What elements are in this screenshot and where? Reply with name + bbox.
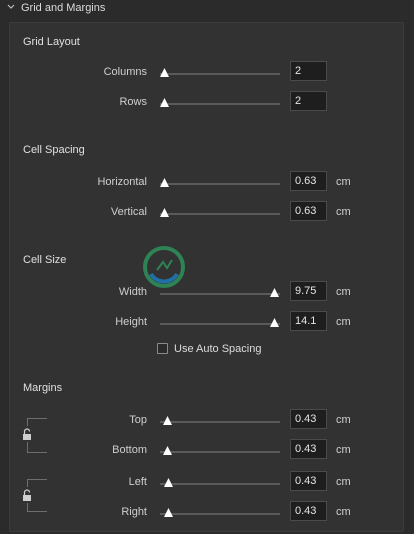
bottom-slider-thumb[interactable] bbox=[163, 446, 172, 455]
margins-heading: Margins bbox=[23, 382, 63, 394]
cell-spacing-heading: Cell Spacing bbox=[23, 144, 85, 156]
right-unit: cm bbox=[336, 506, 351, 518]
top-slider-thumb[interactable] bbox=[163, 416, 172, 425]
top-field[interactable]: 0.43 bbox=[290, 409, 327, 429]
vertical-unit: cm bbox=[336, 206, 351, 218]
left-field[interactable]: 0.43 bbox=[290, 471, 327, 491]
height-unit: cm bbox=[336, 316, 351, 328]
horizontal-field[interactable]: 0.63 bbox=[290, 171, 327, 191]
top-bottom-link-bracket-top bbox=[27, 418, 47, 419]
unlocked-padlock-icon[interactable] bbox=[22, 428, 32, 440]
top-unit: cm bbox=[336, 414, 351, 426]
top-slider-track[interactable] bbox=[160, 421, 280, 423]
columns-field[interactable]: 2 bbox=[290, 61, 327, 81]
left-label: Left bbox=[128, 476, 147, 488]
auto-spacing-label[interactable]: Use Auto Spacing bbox=[174, 343, 261, 355]
vertical-slider-track[interactable] bbox=[160, 213, 280, 215]
horizontal-slider-track[interactable] bbox=[160, 183, 280, 185]
unlocked-padlock-icon[interactable] bbox=[22, 489, 32, 501]
right-field[interactable]: 0.43 bbox=[290, 501, 327, 521]
width-field[interactable]: 9.75 bbox=[290, 281, 327, 301]
top-bottom-link-bracket-lower bbox=[27, 442, 28, 452]
width-slider-thumb[interactable] bbox=[270, 288, 279, 297]
right-label: Right bbox=[121, 506, 147, 518]
bottom-field[interactable]: 0.43 bbox=[290, 439, 327, 459]
section-title: Grid and Margins bbox=[21, 2, 106, 14]
columns-slider-thumb[interactable] bbox=[160, 68, 169, 77]
rows-slider-track[interactable] bbox=[160, 103, 280, 105]
width-unit: cm bbox=[336, 286, 351, 298]
columns-slider-track[interactable] bbox=[160, 73, 280, 75]
cell-size-heading: Cell Size bbox=[23, 254, 67, 266]
vertical-slider-thumb[interactable] bbox=[160, 208, 169, 217]
columns-label: Columns bbox=[103, 66, 147, 78]
rows-field[interactable]: 2 bbox=[290, 91, 327, 111]
top-bottom-link-bracket-bottom bbox=[27, 452, 47, 453]
width-slider-track[interactable] bbox=[160, 293, 280, 295]
left-slider-track[interactable] bbox=[160, 483, 280, 485]
right-slider-thumb[interactable] bbox=[164, 508, 173, 517]
bottom-slider-track[interactable] bbox=[160, 451, 280, 453]
horizontal-label: Horizontal bbox=[97, 176, 147, 188]
left-right-link-bracket-lower bbox=[27, 503, 28, 511]
vertical-label: Vertical bbox=[110, 206, 147, 218]
top-bottom-link-bracket-upper bbox=[27, 418, 28, 426]
left-right-link-bracket-top bbox=[27, 479, 47, 480]
bottom-label: Bottom bbox=[112, 444, 147, 456]
left-slider-thumb[interactable] bbox=[164, 478, 173, 487]
vertical-field[interactable]: 0.63 bbox=[290, 201, 327, 221]
rows-slider-thumb[interactable] bbox=[160, 98, 169, 107]
height-field[interactable]: 14.1 bbox=[290, 311, 327, 331]
chevron-down-icon[interactable] bbox=[6, 2, 16, 12]
height-slider-thumb[interactable] bbox=[270, 318, 279, 327]
horizontal-slider-thumb[interactable] bbox=[160, 178, 169, 187]
top-label: Top bbox=[129, 414, 147, 426]
rows-label: Rows bbox=[119, 96, 147, 108]
section-header[interactable]: Grid and Margins bbox=[0, 0, 414, 18]
left-right-link-bracket-upper bbox=[27, 479, 28, 487]
right-slider-track[interactable] bbox=[160, 513, 280, 515]
auto-spacing-checkbox[interactable] bbox=[157, 343, 168, 354]
left-right-link-bracket-bottom bbox=[27, 511, 47, 512]
width-label: Width bbox=[118, 286, 147, 298]
height-label: Height bbox=[115, 316, 147, 328]
horizontal-unit: cm bbox=[336, 176, 351, 188]
grid-layout-heading: Grid Layout bbox=[23, 36, 80, 48]
left-unit: cm bbox=[336, 476, 351, 488]
bottom-unit: cm bbox=[336, 444, 351, 456]
height-slider-track[interactable] bbox=[160, 323, 280, 325]
logo-icon bbox=[141, 244, 187, 290]
